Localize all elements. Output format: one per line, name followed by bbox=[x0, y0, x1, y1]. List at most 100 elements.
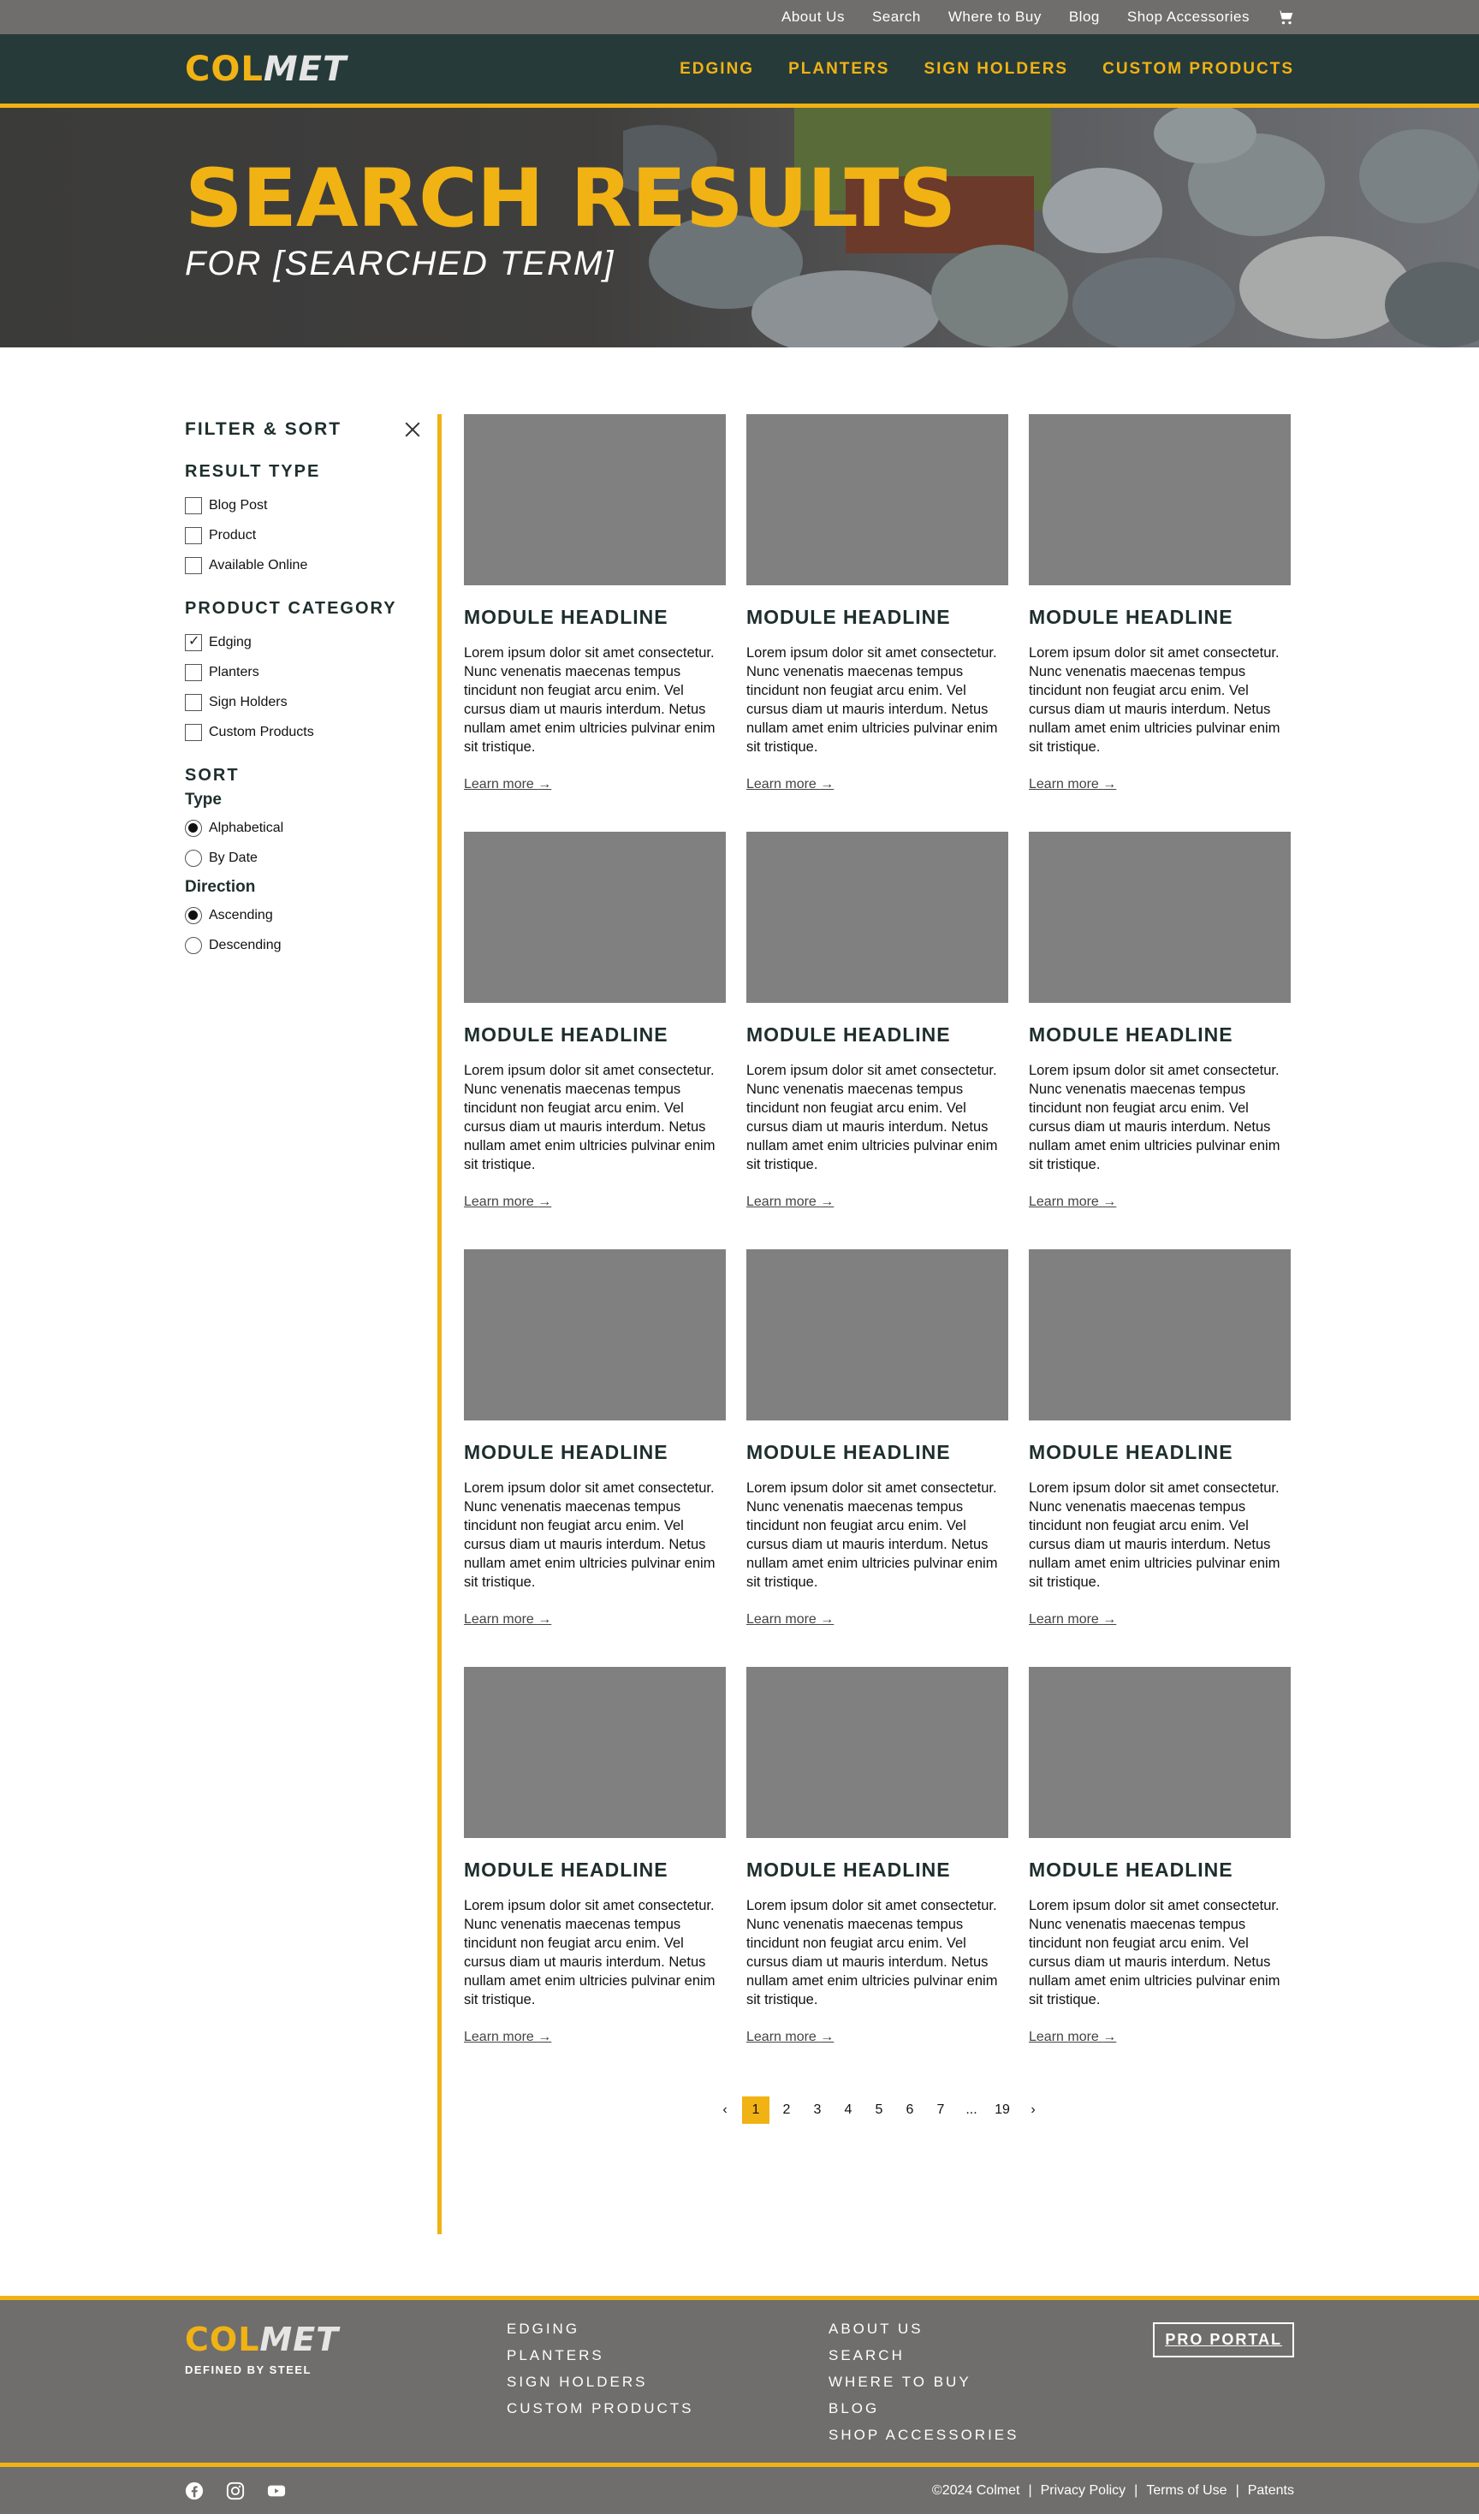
footer-link-search[interactable]: SEARCH bbox=[829, 2347, 1150, 2374]
close-icon[interactable] bbox=[405, 422, 420, 437]
checkbox[interactable] bbox=[185, 693, 202, 711]
filter-blog-post[interactable]: Blog Post bbox=[185, 490, 420, 520]
footer-link-about[interactable]: ABOUT US bbox=[829, 2321, 1150, 2347]
filter-sidebar: FILTER & SORT RESULT TYPE Blog Post Prod… bbox=[185, 414, 442, 2234]
cart-icon[interactable] bbox=[1277, 9, 1294, 26]
module-body: Lorem ipsum dolor sit amet consectetur. … bbox=[1029, 1063, 1280, 1172]
footer-link-blog[interactable]: BLOG bbox=[829, 2400, 1150, 2427]
result-image-placeholder[interactable] bbox=[1029, 1249, 1291, 1420]
sort-descending[interactable]: Descending bbox=[185, 930, 420, 960]
sort-by-date[interactable]: By Date bbox=[185, 843, 420, 873]
footer-link-planters[interactable]: PLANTERS bbox=[507, 2347, 829, 2374]
checkbox-checked[interactable] bbox=[185, 632, 202, 651]
sort-ascending[interactable]: Ascending bbox=[185, 900, 420, 930]
arrow-right-icon: → bbox=[538, 2030, 552, 2044]
nav-sign-holders[interactable]: SIGN HOLDERS bbox=[924, 60, 1068, 79]
module-headline: MODULE HEADLINE bbox=[464, 1859, 668, 1881]
learn-more-link[interactable]: Learn more → bbox=[1029, 1195, 1116, 1210]
checkbox[interactable] bbox=[185, 496, 202, 514]
learn-more-link[interactable]: Learn more → bbox=[1029, 777, 1116, 792]
filter-available-online[interactable]: Available Online bbox=[185, 550, 420, 580]
next-page-icon[interactable]: › bbox=[1018, 2096, 1048, 2124]
result-image-placeholder[interactable] bbox=[464, 1249, 726, 1420]
result-image-placeholder[interactable] bbox=[746, 414, 1008, 585]
filter-product[interactable]: Product bbox=[185, 520, 420, 550]
result-image-placeholder[interactable] bbox=[746, 1249, 1008, 1420]
nav-edging[interactable]: EDGING bbox=[680, 60, 754, 79]
facebook-icon[interactable] bbox=[185, 2481, 204, 2500]
product-category-group: PRODUCT CATEGORY Edging Planters Sign Ho… bbox=[185, 599, 420, 747]
checkbox[interactable] bbox=[185, 556, 202, 574]
utility-link-about[interactable]: About Us bbox=[781, 9, 845, 26]
nav-planters[interactable]: PLANTERS bbox=[788, 60, 889, 79]
page-5[interactable]: 5 bbox=[864, 2096, 894, 2124]
youtube-icon[interactable] bbox=[267, 2481, 286, 2500]
result-image-placeholder[interactable] bbox=[1029, 1667, 1291, 1838]
page-19[interactable]: 19 bbox=[987, 2096, 1018, 2124]
result-card: MODULE HEADLINE Lorem ipsum dolor sit ame… bbox=[746, 1667, 1008, 2045]
pro-portal-button[interactable]: PRO PORTAL bbox=[1153, 2322, 1294, 2357]
result-card: MODULE HEADLINE Lorem ipsum dolor sit ame… bbox=[746, 832, 1008, 1210]
page-1[interactable]: 1 bbox=[742, 2096, 769, 2124]
search-content: FILTER & SORT RESULT TYPE Blog Post Prod… bbox=[0, 347, 1479, 2234]
result-image-placeholder[interactable] bbox=[746, 832, 1008, 1003]
page-7[interactable]: 7 bbox=[925, 2096, 956, 2124]
result-image-placeholder[interactable] bbox=[1029, 832, 1291, 1003]
prev-page-icon[interactable]: ‹ bbox=[710, 2096, 740, 2124]
patents-link[interactable]: Patents bbox=[1248, 2483, 1294, 2499]
radio[interactable] bbox=[185, 936, 202, 954]
radio-selected[interactable] bbox=[185, 906, 202, 924]
learn-more-link[interactable]: Learn more → bbox=[464, 2030, 551, 2045]
module-body: Lorem ipsum dolor sit amet consectetur. … bbox=[464, 1063, 716, 1172]
footer-link-shop-accessories[interactable]: SHOP ACCESSORIES bbox=[829, 2427, 1150, 2453]
terms-of-use-link[interactable]: Terms of Use bbox=[1146, 2483, 1227, 2499]
result-image-placeholder[interactable] bbox=[746, 1667, 1008, 1838]
learn-more-link[interactable]: Learn more → bbox=[464, 777, 551, 792]
page-6[interactable]: 6 bbox=[894, 2096, 925, 2124]
instagram-icon[interactable] bbox=[226, 2481, 245, 2500]
filter-custom-products[interactable]: Custom Products bbox=[185, 717, 420, 747]
page-2[interactable]: 2 bbox=[771, 2096, 802, 2124]
privacy-policy-link[interactable]: Privacy Policy bbox=[1041, 2483, 1126, 2499]
colmet-logo[interactable]: COL MET bbox=[185, 50, 347, 89]
learn-more-link[interactable]: Learn more → bbox=[464, 1195, 551, 1210]
result-image-placeholder[interactable] bbox=[464, 1667, 726, 1838]
learn-more-link[interactable]: Learn more → bbox=[746, 2030, 834, 2045]
learn-more-link[interactable]: Learn more → bbox=[746, 1195, 834, 1210]
learn-more-link[interactable]: Learn more → bbox=[746, 777, 834, 792]
option-label: Sign Holders bbox=[209, 694, 288, 709]
utility-link-blog[interactable]: Blog bbox=[1069, 9, 1100, 26]
module-headline: MODULE HEADLINE bbox=[746, 606, 951, 628]
filter-edging[interactable]: Edging bbox=[185, 627, 420, 657]
footer-colmet-logo[interactable]: COL MET bbox=[185, 2321, 507, 2358]
learn-more-link[interactable]: Learn more → bbox=[464, 1612, 551, 1628]
result-image-placeholder[interactable] bbox=[464, 414, 726, 585]
checkbox[interactable] bbox=[185, 663, 202, 681]
result-card: MODULE HEADLINE Lorem ipsum dolor sit ame… bbox=[746, 414, 1008, 792]
result-image-placeholder[interactable] bbox=[1029, 414, 1291, 585]
radio[interactable] bbox=[185, 849, 202, 867]
page-ellipsis: ... bbox=[965, 2102, 977, 2117]
footer-link-where-to-buy[interactable]: WHERE TO BUY bbox=[829, 2374, 1150, 2400]
filter-sign-holders[interactable]: Sign Holders bbox=[185, 687, 420, 717]
checkbox[interactable] bbox=[185, 723, 202, 741]
page-3[interactable]: 3 bbox=[802, 2096, 833, 2124]
utility-link-search[interactable]: Search bbox=[872, 9, 921, 26]
page-4[interactable]: 4 bbox=[833, 2096, 864, 2124]
utility-link-where-to-buy[interactable]: Where to Buy bbox=[948, 9, 1042, 26]
filter-planters[interactable]: Planters bbox=[185, 657, 420, 687]
sort-alphabetical[interactable]: Alphabetical bbox=[185, 813, 420, 843]
nav-custom-products[interactable]: CUSTOM PRODUCTS bbox=[1102, 60, 1294, 79]
footer-link-edging[interactable]: EDGING bbox=[507, 2321, 829, 2347]
footer-link-sign-holders[interactable]: SIGN HOLDERS bbox=[507, 2374, 829, 2400]
checkbox[interactable] bbox=[185, 526, 202, 544]
learn-more-link[interactable]: Learn more → bbox=[1029, 1612, 1116, 1628]
radio-selected[interactable] bbox=[185, 819, 202, 837]
utility-link-shop-accessories[interactable]: Shop Accessories bbox=[1127, 9, 1250, 26]
hero-banner: SEARCH RESULTS FOR [SEARCHED TERM] bbox=[0, 108, 1479, 347]
footer-link-custom-products[interactable]: CUSTOM PRODUCTS bbox=[507, 2400, 829, 2427]
learn-more-link[interactable]: Learn more → bbox=[746, 1612, 834, 1628]
logo-met-text: MET bbox=[263, 49, 347, 89]
learn-more-link[interactable]: Learn more → bbox=[1029, 2030, 1116, 2045]
result-image-placeholder[interactable] bbox=[464, 832, 726, 1003]
